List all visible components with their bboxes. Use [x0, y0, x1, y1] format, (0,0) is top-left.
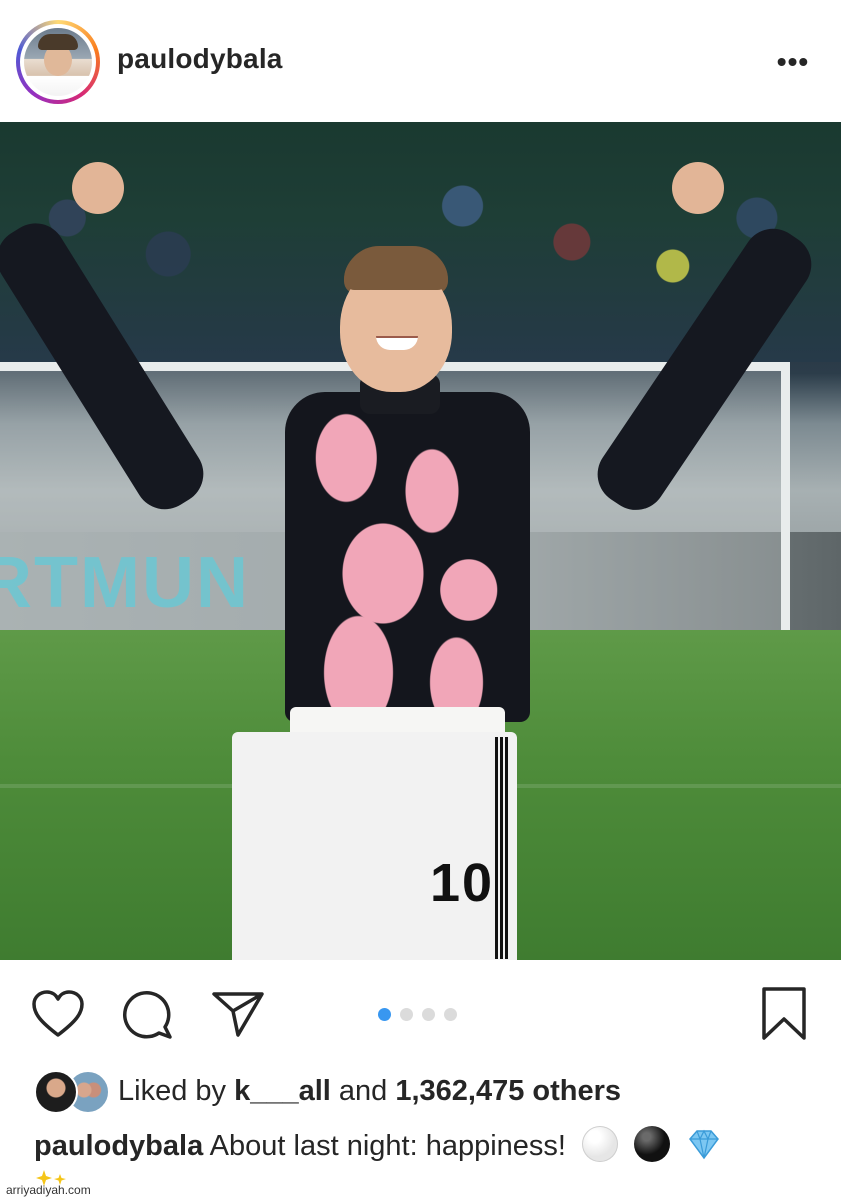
comment-icon — [123, 991, 172, 1039]
carousel-dot — [444, 1008, 457, 1021]
more-icon[interactable]: ••• — [770, 40, 816, 84]
gem-emoji-icon — [689, 1129, 720, 1160]
jersey-number: 10 — [430, 853, 495, 913]
player-shorts — [232, 732, 517, 960]
carousel-dot-active — [378, 1008, 391, 1021]
white-circle-emoji-icon — [582, 1126, 619, 1162]
watermark: arriyadiyah.com — [6, 1183, 91, 1197]
player-left-fist — [72, 162, 124, 214]
profile-avatar[interactable] — [16, 20, 100, 104]
header-username[interactable]: paulodybala — [117, 43, 283, 75]
caption: paulodybala About last night: happiness! — [34, 1126, 824, 1163]
player-right-fist — [672, 162, 724, 214]
likes-row: Liked by k___all and 1,362,475 others — [0, 1064, 841, 1118]
post-header: paulodybala ••• — [0, 0, 841, 122]
liker-username[interactable]: k___all — [234, 1075, 331, 1107]
likes-joiner: and — [338, 1075, 388, 1107]
caption-username[interactable]: paulodybala — [34, 1130, 203, 1162]
carousel-dot — [400, 1008, 413, 1021]
avatar-image — [24, 28, 92, 96]
comment-button[interactable] — [120, 986, 176, 1042]
action-bar — [0, 960, 841, 1060]
likes-prefix: Liked by — [118, 1075, 227, 1107]
share-button[interactable] — [210, 986, 266, 1042]
black-circle-emoji-icon — [634, 1126, 671, 1162]
post-photo[interactable]: RTMUN 10 — [0, 122, 841, 960]
like-button[interactable] — [30, 986, 86, 1042]
save-button[interactable] — [756, 986, 812, 1042]
player-jersey — [285, 392, 530, 722]
carousel-dot — [422, 1008, 435, 1021]
liker-avatar[interactable] — [34, 1070, 78, 1114]
heart-icon — [32, 990, 84, 1037]
likes-summary[interactable]: Liked by k___all and 1,362,475 others — [118, 1075, 621, 1108]
share-icon — [212, 992, 264, 1037]
caption-text: About last night: happiness! — [209, 1130, 566, 1162]
likes-count[interactable]: 1,362,475 others — [395, 1075, 621, 1107]
bookmark-icon — [762, 987, 806, 1040]
carousel-indicator — [378, 1008, 457, 1021]
